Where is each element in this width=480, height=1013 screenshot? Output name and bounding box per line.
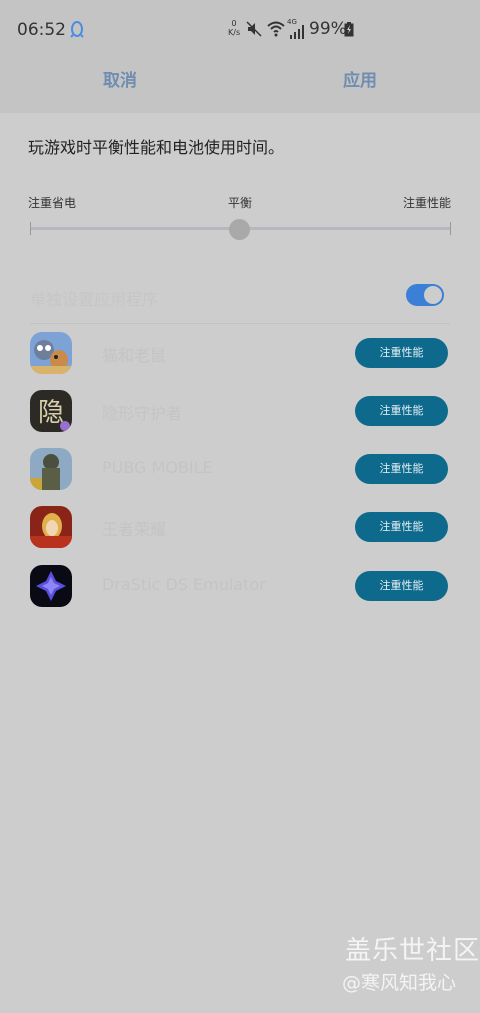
honor-of-kings-icon bbox=[30, 506, 72, 548]
net-speed-indicator: 0 K/s bbox=[228, 19, 240, 37]
app-mode-button[interactable]: 注重性能 bbox=[355, 454, 448, 484]
net-speed-value: 0 bbox=[231, 19, 237, 28]
status-time: 06:52 bbox=[17, 20, 66, 40]
watermark-author: @寒风知我心 bbox=[342, 972, 457, 994]
apply-button[interactable]: 应用 bbox=[343, 66, 377, 91]
app-mode-button[interactable]: 注重性能 bbox=[355, 396, 448, 426]
description-text: 玩游戏时平衡性能和电池使用时间。 bbox=[28, 138, 285, 157]
app-name: PUBG MOBILE bbox=[102, 458, 213, 477]
per-app-settings-toggle[interactable] bbox=[406, 284, 444, 306]
header-bar: 取消 应用 bbox=[0, 58, 480, 113]
app-row-honor-of-kings[interactable]: 王者荣耀 注重性能 bbox=[0, 504, 480, 550]
toggle-knob bbox=[424, 286, 442, 304]
cancel-button[interactable]: 取消 bbox=[103, 66, 137, 91]
slider-label-power-saving: 注重省电 bbox=[28, 196, 77, 210]
slider-tick-end bbox=[450, 222, 451, 235]
performance-slider-thumb[interactable] bbox=[229, 219, 250, 240]
app-name: DraStic DS Emulator bbox=[102, 575, 266, 594]
watermark-title: 盖乐世社区 bbox=[345, 936, 480, 966]
status-bar: 06:52 0 K/s 4G 99% bbox=[0, 0, 480, 58]
battery-charging-icon bbox=[344, 22, 354, 41]
tom-and-jerry-icon bbox=[30, 332, 72, 374]
signal-bars-icon bbox=[289, 24, 305, 43]
svg-text:隐: 隐 bbox=[38, 398, 64, 428]
app-name: 王者荣耀 bbox=[102, 520, 167, 539]
mute-icon bbox=[246, 21, 262, 41]
app-row-yin[interactable]: 隐 隐形守护者 注重性能 bbox=[0, 388, 480, 434]
yin-game-icon: 隐 bbox=[30, 390, 72, 432]
notification-ring-icon bbox=[69, 20, 85, 42]
pubg-icon bbox=[30, 448, 72, 490]
app-mode-button[interactable]: 注重性能 bbox=[355, 571, 448, 601]
divider bbox=[30, 323, 450, 324]
net-speed-unit: K/s bbox=[228, 28, 241, 37]
slider-label-balanced: 平衡 bbox=[228, 196, 253, 210]
per-app-settings-label: 单独设置应用程序 bbox=[30, 290, 159, 309]
drastic-emulator-icon bbox=[30, 565, 72, 607]
app-name: 隐形守护者 bbox=[102, 404, 183, 423]
app-row-pubg[interactable]: PUBG MOBILE 注重性能 bbox=[0, 446, 480, 492]
slider-tick-start bbox=[30, 222, 31, 235]
wifi-icon bbox=[267, 21, 285, 41]
app-row-drastic[interactable]: DraStic DS Emulator 注重性能 bbox=[0, 563, 480, 609]
app-mode-button[interactable]: 注重性能 bbox=[355, 338, 448, 368]
app-name: 猫和老鼠 bbox=[102, 346, 167, 365]
app-row-tom-and-jerry[interactable]: 猫和老鼠 注重性能 bbox=[0, 330, 480, 376]
battery-percent: 99% bbox=[309, 19, 347, 39]
slider-label-performance: 注重性能 bbox=[403, 196, 452, 210]
app-mode-button[interactable]: 注重性能 bbox=[355, 512, 448, 542]
